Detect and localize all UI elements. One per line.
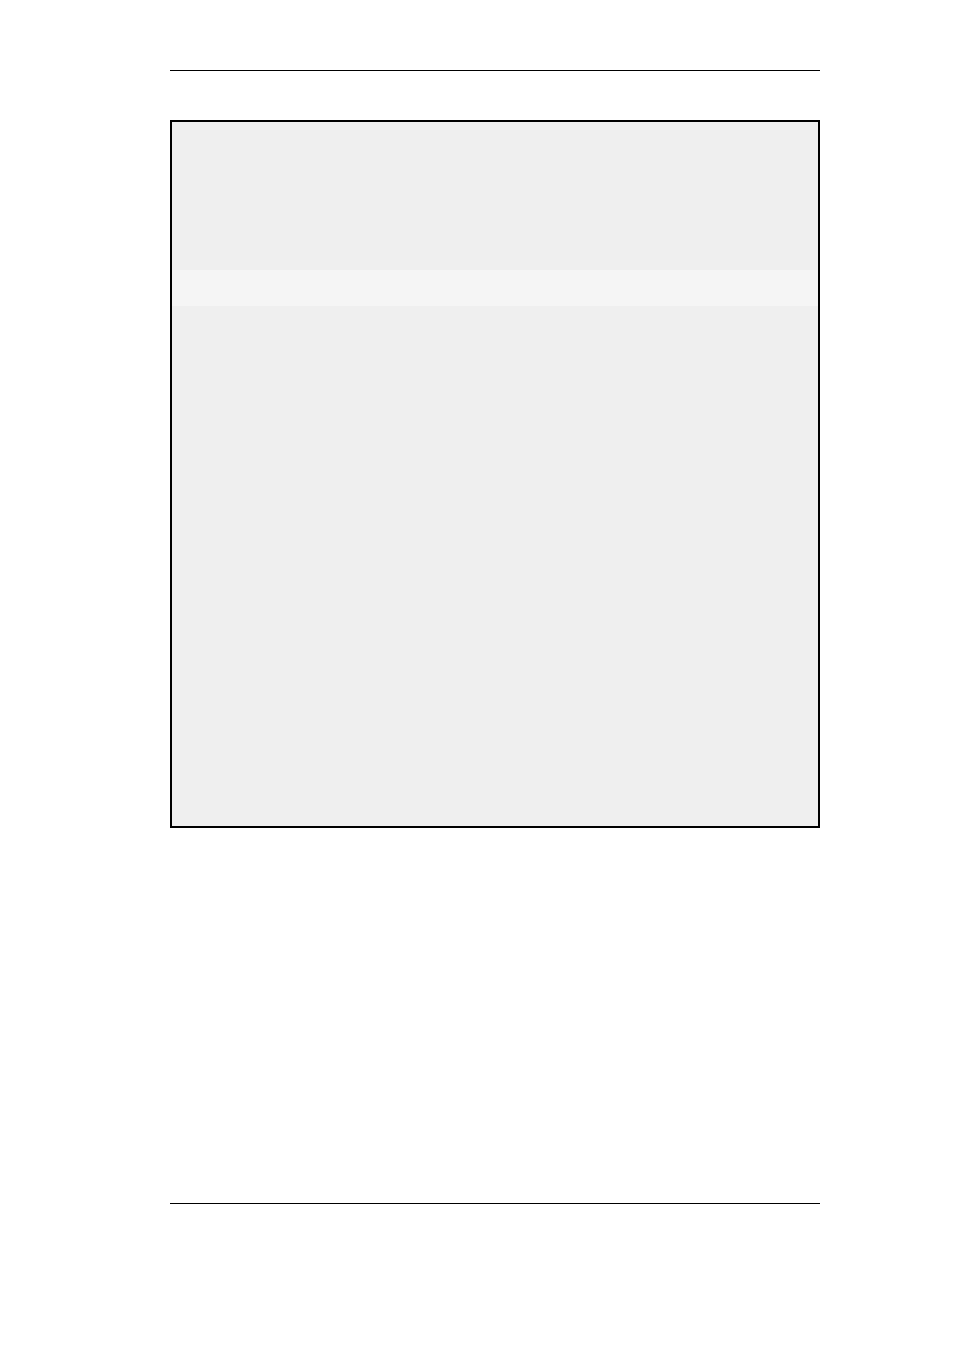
content-box-band <box>172 270 818 306</box>
footer-rule <box>170 1203 820 1204</box>
content-box <box>170 120 820 828</box>
document-page <box>0 0 954 1351</box>
header-rule <box>170 70 820 71</box>
